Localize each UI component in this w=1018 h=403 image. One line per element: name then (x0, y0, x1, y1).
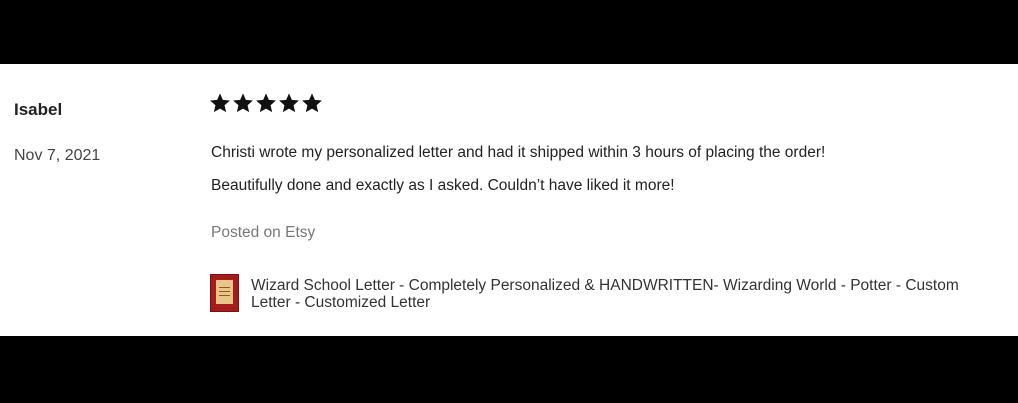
item-thumbnail[interactable] (210, 274, 239, 312)
posted-on-label: Posted on Etsy (211, 224, 316, 241)
star-icon (233, 93, 253, 113)
top-black-bar (0, 0, 1018, 64)
letter-paper-shape (216, 280, 233, 304)
review-text-line-1: Christi wrote my personalized letter and… (211, 144, 826, 161)
letter-line-shape (219, 287, 230, 288)
review-date: Nov 7, 2021 (14, 147, 101, 164)
star-icon (210, 93, 230, 113)
reviewer-name: Isabel (14, 100, 63, 119)
review-card: Isabel Nov 7, 2021 Christi wrote my pers… (0, 64, 1018, 336)
review-text-line-2: Beautifully done and exactly as I asked.… (211, 177, 675, 194)
item-title-link[interactable]: Wizard School Letter - Completely Person… (251, 277, 1001, 311)
bottom-black-bar (0, 336, 1018, 403)
star-icon (279, 93, 299, 113)
star-rating (209, 92, 323, 114)
letter-line-shape (219, 295, 230, 296)
star-icon (256, 93, 276, 113)
star-icon (302, 93, 322, 113)
letter-line-shape (219, 291, 230, 292)
